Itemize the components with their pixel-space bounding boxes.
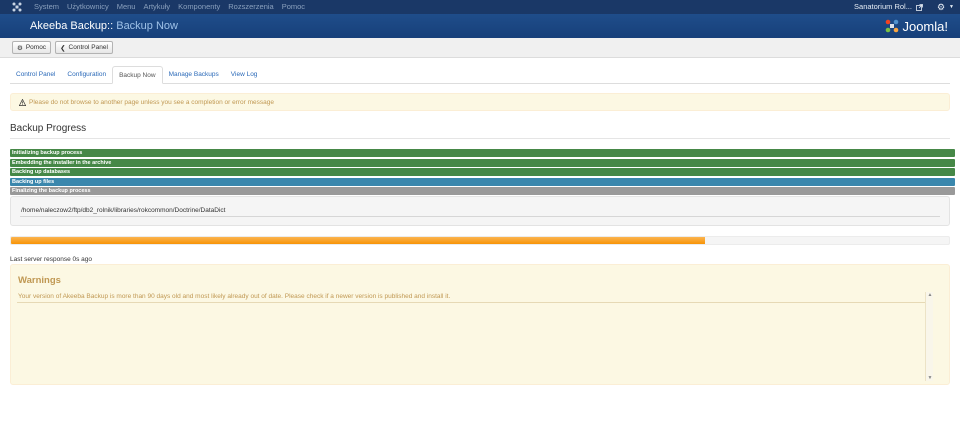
- main-menu: System Użytkownicy Menu Artykuły Kompone…: [30, 0, 309, 14]
- menu-articles[interactable]: Artykuły: [139, 0, 174, 14]
- page-title: Akeeba Backup:: Backup Now: [30, 20, 178, 32]
- menu-help[interactable]: Pomoc: [278, 0, 309, 14]
- last-server-response: Last server response 0s ago: [10, 256, 93, 263]
- help-gear-icon: ⚙: [17, 44, 23, 52]
- scroll-down-arrow-icon[interactable]: ▼: [927, 375, 933, 381]
- warning-message: Your version of Akeeba Backup is more th…: [18, 293, 451, 300]
- step-initializing: Initializing backup process: [10, 149, 955, 157]
- page-title-main: Akeeba Backup::: [30, 20, 114, 32]
- tab-control-panel[interactable]: Control Panel: [10, 66, 61, 83]
- top-navbar: System Użytkownicy Menu Artykuły Kompone…: [0, 0, 960, 14]
- chevron-down-icon[interactable]: ▼: [949, 0, 954, 14]
- page-header: Akeeba Backup:: Backup Now Joomla!: [0, 14, 960, 38]
- current-step-box: /home/naleczow2/ftp/db2_rolnik/libraries…: [10, 196, 950, 226]
- warnings-panel: Warnings Your version of Akeeba Backup i…: [10, 264, 950, 385]
- menu-components[interactable]: Komponenty: [174, 0, 224, 14]
- joomla-logo: Joomla!: [885, 19, 948, 34]
- section-divider: [10, 138, 950, 139]
- control-panel-button-label: Control Panel: [68, 44, 108, 51]
- navbar-right: Sanatorium Rol... ⚙ ▼: [854, 0, 960, 14]
- backup-steps: Initializing backup process Embedding th…: [10, 149, 955, 197]
- warnings-title: Warnings: [18, 275, 61, 286]
- menu-menus[interactable]: Menu: [113, 0, 140, 14]
- progress-bar-fill: [11, 237, 706, 244]
- joomla-menu-icon[interactable]: [10, 0, 24, 14]
- step-finalizing: Finalizing the backup process: [10, 187, 955, 195]
- control-panel-button[interactable]: ❮ Control Panel: [55, 41, 113, 54]
- alert-text: Please do not browse to another page unl…: [29, 98, 274, 106]
- current-step-divider: [20, 216, 940, 217]
- browse-warning-alert: Please do not browse to another page unl…: [10, 93, 950, 111]
- warnings-scrollbar[interactable]: ▲ ▼: [925, 292, 933, 381]
- step-embedding-installer: Embedding the installer in the archive: [10, 158, 955, 167]
- gear-icon[interactable]: ⚙: [937, 0, 945, 14]
- scroll-up-arrow-icon[interactable]: ▲: [927, 292, 933, 298]
- warning-divider: [17, 302, 927, 303]
- joomla-wordmark: Joomla!: [902, 18, 948, 34]
- backup-progress-title: Backup Progress: [10, 123, 87, 134]
- page-title-sub: Backup Now: [113, 20, 178, 32]
- chevron-left-icon: ❮: [60, 44, 66, 52]
- external-link-icon[interactable]: [916, 3, 923, 11]
- tab-backup-now[interactable]: Backup Now: [112, 66, 163, 84]
- menu-system[interactable]: System: [30, 0, 63, 14]
- current-file-path: /home/naleczow2/ftp/db2_rolnik/libraries…: [21, 207, 226, 214]
- help-button-label: Pomoc: [25, 44, 47, 51]
- toolbar: ⚙ Pomoc ❮ Control Panel: [0, 38, 960, 58]
- help-button[interactable]: ⚙ Pomoc: [12, 41, 52, 54]
- nav-tabs: Control Panel Configuration Backup Now M…: [10, 66, 950, 84]
- site-name-link[interactable]: Sanatorium Rol...: [854, 0, 912, 14]
- step-backing-up-databases: Backing up databases: [10, 168, 955, 176]
- tab-configuration[interactable]: Configuration: [61, 66, 112, 83]
- joomla-logo-icon: [886, 19, 899, 33]
- menu-extensions[interactable]: Rozszerzenia: [224, 0, 277, 14]
- backup-progress-bar: [10, 236, 950, 245]
- menu-users[interactable]: Użytkownicy: [63, 0, 113, 14]
- step-backing-up-files: Backing up files: [10, 177, 955, 186]
- tab-view-log[interactable]: View Log: [225, 66, 264, 83]
- tab-manage-backups[interactable]: Manage Backups: [163, 66, 225, 83]
- warning-icon: [19, 98, 26, 106]
